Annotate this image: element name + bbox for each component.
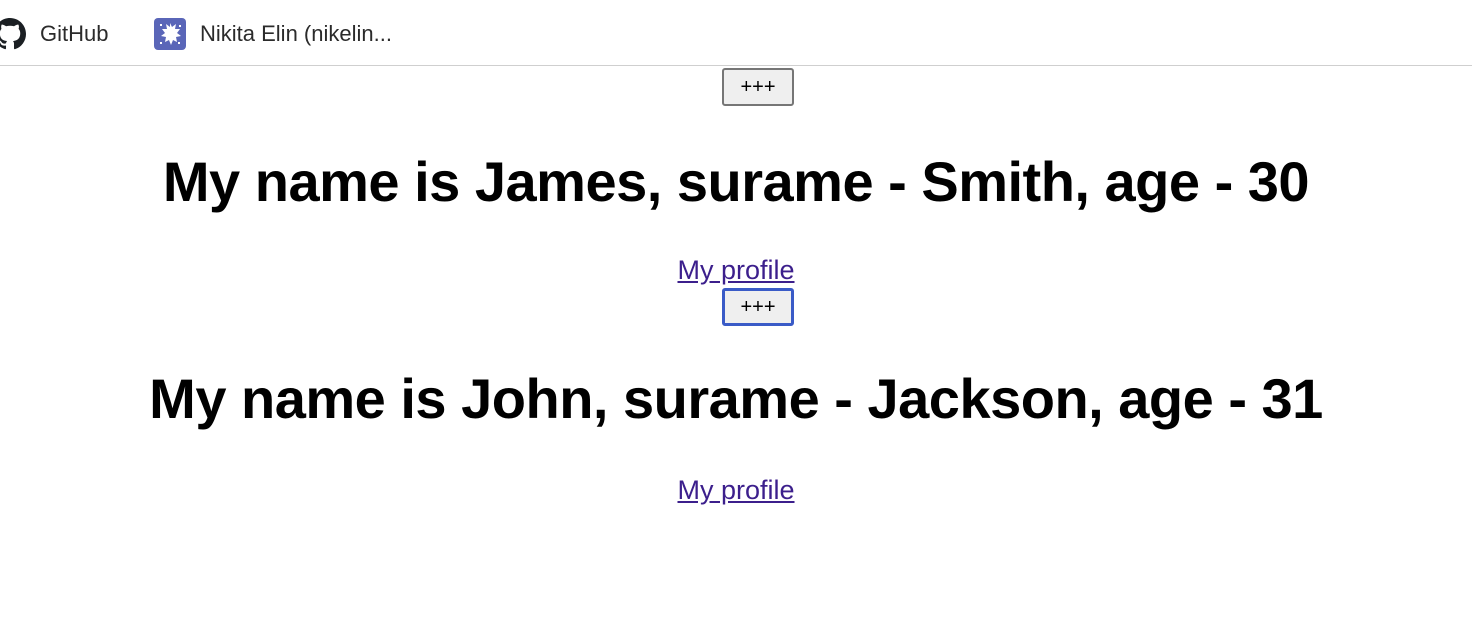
bookmark-label: GitHub (40, 21, 109, 46)
page-content: +++ My name is James, surame - Smith, ag… (0, 67, 1472, 640)
bookmark-github[interactable]: GitHub (0, 15, 108, 53)
bookmark-nikita-elin[interactable]: Nikita Elin (nikelin... (154, 15, 392, 53)
increment-age-button[interactable]: +++ (722, 288, 794, 326)
my-profile-link[interactable]: My profile (677, 255, 794, 285)
favicon-icon (154, 18, 186, 50)
profile-link-container: My profile (0, 254, 1472, 286)
profile-link-container: My profile (0, 474, 1472, 506)
my-profile-link[interactable]: My profile (677, 475, 794, 505)
person-heading: My name is James, surame - Smith, age - … (162, 150, 1310, 213)
github-icon (0, 18, 26, 50)
person-heading: My name is John, surame - Jackson, age -… (149, 367, 1323, 430)
bookmark-label: Nikita Elin (nikelin... (200, 21, 392, 46)
increment-age-button[interactable]: +++ (722, 68, 794, 106)
bookmarks-bar: GitHub Nikita Elin (nikelin... (0, 0, 1472, 66)
